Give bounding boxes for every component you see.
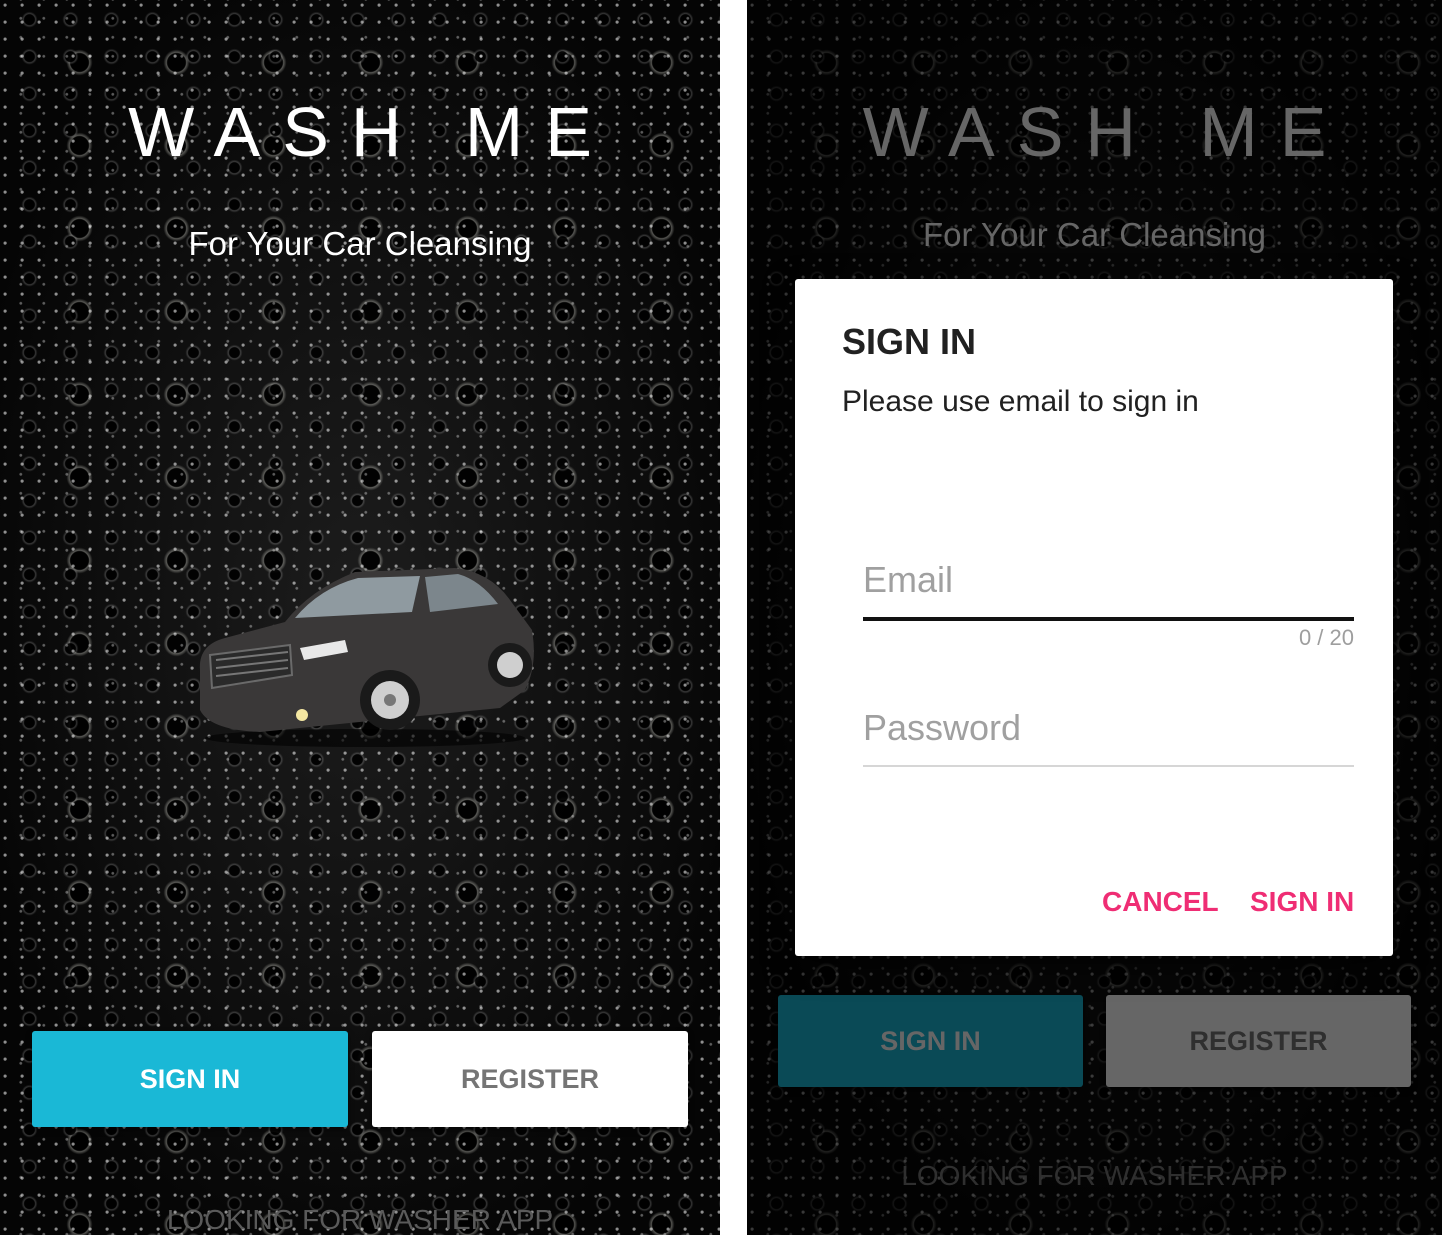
sign-in-dialog: SIGN IN Please use email to sign in 0 / … — [795, 279, 1393, 956]
app-subtitle: For Your Car Cleansing — [188, 225, 532, 262]
landing-screen: WASH ME For Your Car Cleansing SIGN IN R… — [0, 0, 720, 1235]
dialog-title: SIGN IN — [842, 321, 977, 362]
password-input[interactable] — [863, 703, 1354, 753]
washer-app-link[interactable]: LOOKING FOR WASHER APP — [0, 1204, 720, 1235]
email-input[interactable] — [863, 555, 1354, 605]
car-illustration — [199, 568, 534, 747]
password-underline — [863, 765, 1354, 767]
sign-in-dialog-screen: WASH ME For Your Car Cleansing SIGN IN R… — [747, 0, 1442, 1235]
app-title: WASH ME — [128, 93, 614, 171]
cancel-button[interactable]: CANCEL — [1102, 886, 1219, 918]
dialog-message: Please use email to sign in — [842, 385, 1199, 418]
register-button[interactable]: REGISTER — [372, 1031, 688, 1127]
password-field — [863, 703, 1354, 767]
dialog-sign-in-button[interactable]: SIGN IN — [1250, 886, 1354, 918]
email-underline — [863, 617, 1354, 621]
email-char-counter: 0 / 20 — [1298, 625, 1354, 650]
sign-in-button[interactable]: SIGN IN — [32, 1031, 348, 1127]
email-field: 0 / 20 — [863, 555, 1354, 650]
